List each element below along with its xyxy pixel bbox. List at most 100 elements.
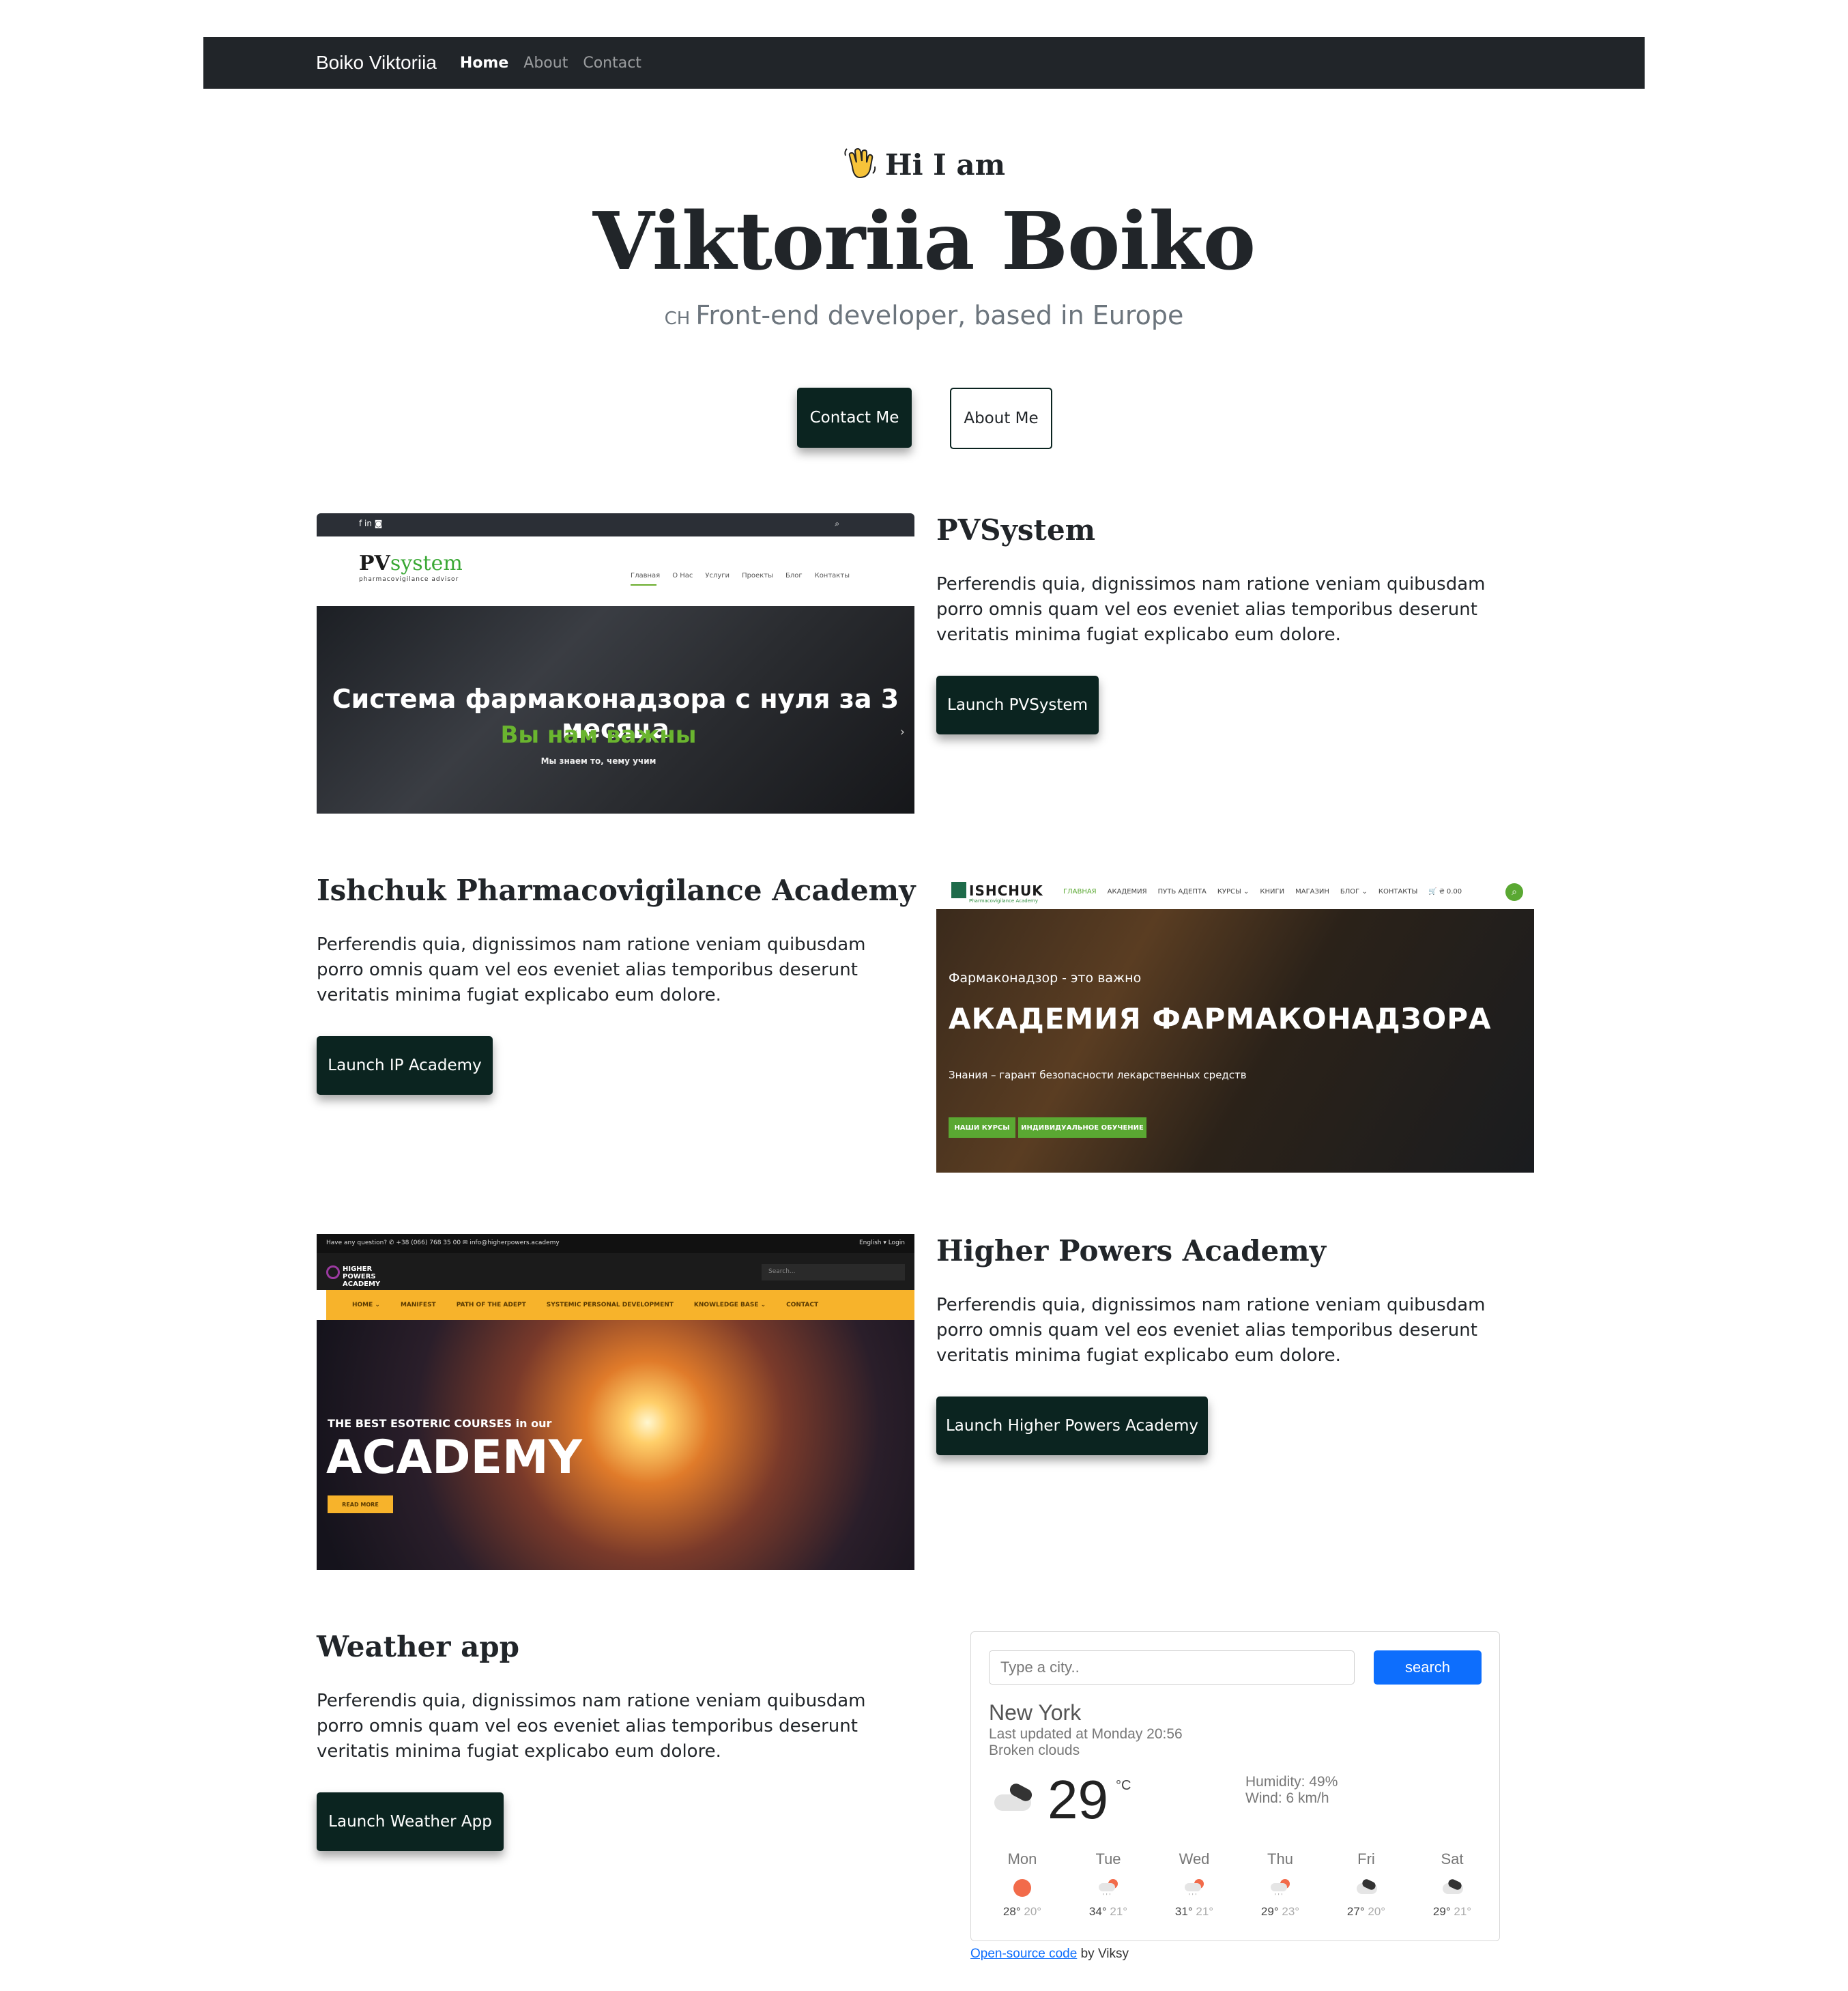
is-menu-item: МАГАЗИН [1295, 888, 1329, 896]
hp-topbar: Have any question? ✆ +38 (066) 768 35 00… [317, 1234, 914, 1253]
pv-header: PVsystem pharmacovigilance advisor Главн… [317, 536, 914, 606]
hp-menu-item: CONTACT [786, 1302, 819, 1308]
forecast-lo: 21° [1196, 1905, 1214, 1918]
is-menu: ГЛАВНАЯ АКАДЕМИЯ ПУТЬ АДЕПТА КУРСЫ ⌄ КНИ… [1063, 888, 1462, 896]
forecast-temps: 29° 23° [1243, 1905, 1318, 1919]
temperature-unit: °C [1116, 1778, 1131, 1793]
forecast-lo: 20° [1024, 1905, 1042, 1918]
hp-read-more-button: READ MORE [328, 1495, 393, 1513]
launch-higher-powers-button[interactable]: Launch Higher Powers Academy [936, 1396, 1208, 1455]
hp-topbar-contacts: Have any question? ✆ +38 (066) 768 35 00… [326, 1240, 560, 1246]
pv-logo-part-b: system [390, 552, 463, 575]
search-icon: ⌕ [835, 519, 839, 528]
subtitle-prefix: CH [664, 309, 691, 329]
is-menu-item: 🛒 ₴ 0.00 [1428, 888, 1462, 896]
open-source-link[interactable]: Open-source code [970, 1947, 1077, 1961]
hp-header: HIGHER POWERS ACADEMY Search... [317, 1253, 914, 1290]
pv-topbar: f in ◙ ⌕ [317, 513, 914, 536]
hero-subtitle: CH Front-end developer, based in Europe [0, 300, 1848, 330]
forecast-lo: 23° [1282, 1905, 1300, 1918]
forecast-hi: 27° [1346, 1905, 1365, 1918]
current-temperature: 29 [1048, 1769, 1108, 1830]
forecast-day-name: Thu [1267, 1850, 1293, 1867]
forecast-hi: 31° [1174, 1905, 1193, 1918]
project-desc-weather: Perferendis quia, dignissimos nam ration… [317, 1691, 866, 1762]
pv-logo: PVsystem [359, 552, 463, 575]
city-name: New York [989, 1700, 1082, 1725]
subtitle-text: Front-end developer, based in Europe [695, 300, 1184, 330]
hp-hero-line1: THE BEST ESOTERIC COURSES in our [328, 1417, 552, 1430]
launch-ip-academy-button[interactable]: Launch IP Academy [317, 1036, 493, 1095]
forecast-hi: 29° [1432, 1905, 1451, 1918]
humidity: Humidity: 49% [1245, 1774, 1338, 1790]
pv-hero-small-line: Мы знаем то, чему учим [540, 756, 656, 766]
hp-logo-text: HIGHER POWERS ACADEMY [343, 1265, 381, 1288]
forecast-temps: 29° 21° [1415, 1905, 1490, 1919]
pv-menu-item: Главная [631, 572, 661, 579]
footer-author: by Viksy [1080, 1947, 1129, 1961]
forecast-lo: 21° [1110, 1905, 1128, 1918]
is-hero-line2: АКАДЕМИЯ ФАРМАКОНАДЗОРА [949, 1002, 1492, 1035]
weather-description: Broken clouds [989, 1743, 1080, 1758]
launch-weather-app-button[interactable]: Launch Weather App [317, 1792, 504, 1851]
pv-menu-item: Проекты [742, 572, 773, 579]
rain-sun-icon: ' ' ' [1267, 1878, 1294, 1900]
nav-link-contact[interactable]: Contact [583, 55, 641, 72]
waving-hand-icon [844, 147, 876, 179]
hp-topbar-login: English ▾ Login [858, 1240, 905, 1246]
wind: Wind: 6 km/h [1245, 1790, 1329, 1806]
forecast-day-name: Tue [1095, 1850, 1121, 1867]
city-search-input[interactable]: Type a city.. [989, 1650, 1355, 1685]
forecast-day-name: Fri [1357, 1850, 1375, 1867]
is-individual-button: ИНДИВИДУАЛЬНОЕ ОБУЧЕНИЕ [1018, 1117, 1146, 1138]
forecast-lo: 20° [1368, 1905, 1386, 1918]
rain-sun-icon: ' ' ' [1095, 1878, 1122, 1900]
pv-menu-item: О Нас [672, 572, 693, 579]
forecast-day: Wed ' ' ' 31° 21° [1157, 1850, 1232, 1919]
hp-menu: HOME ⌄ MANIFEST PATH OF THE ADEPT SYSTEM… [326, 1290, 914, 1320]
is-courses-button: НАШИ КУРСЫ [949, 1117, 1015, 1138]
project-title-weather: Weather app [317, 1630, 520, 1663]
chevron-right-icon: › [899, 725, 905, 739]
forecast-temps: 28° 20° [985, 1905, 1060, 1919]
forecast-day: Fri 27° 20° [1329, 1850, 1404, 1919]
pv-hero-green-line: Вы нам важны [500, 721, 697, 749]
forecast-temps: 34° 21° [1071, 1905, 1146, 1919]
project-desc-ishchuk: Perferendis quia, dignissimos nam ration… [317, 934, 866, 1005]
is-menu-item: КНИГИ [1260, 888, 1285, 896]
hp-menu-item: KNOWLEDGE BASE ⌄ [693, 1302, 766, 1308]
hp-hero-line2: ACADEMY [326, 1431, 582, 1485]
hero-name: Viktoriia Boiko [592, 195, 1256, 288]
last-updated: Last updated at Monday 20:56 [989, 1726, 1183, 1742]
hp-menu-item: MANIFEST [400, 1302, 436, 1308]
about-me-button[interactable]: About Me [950, 388, 1052, 449]
broken-clouds-icon [1439, 1878, 1466, 1898]
pv-menu-item: Блог [785, 572, 803, 579]
is-menu-item: БЛОГ ⌄ [1340, 888, 1368, 896]
forecast-lo: 21° [1454, 1905, 1472, 1918]
pv-menu-item: Услуги [705, 572, 730, 579]
contact-me-button[interactable]: Contact Me [797, 388, 912, 448]
navbar-brand[interactable]: Boiko Viktoriia [316, 52, 437, 74]
pv-menu-underline [631, 584, 656, 586]
forecast-day: Thu ' ' ' 29° 23° [1243, 1850, 1318, 1919]
forecast-day: Mon 28° 20° [985, 1850, 1060, 1919]
higher-powers-screenshot: Have any question? ✆ +38 (066) 768 35 00… [317, 1234, 914, 1570]
is-header: ISHCHUK Pharmacovigilance Academy ГЛАВНА… [936, 876, 1534, 909]
pv-social-icons: f in ◙ [359, 519, 383, 528]
pv-logo-subtitle: pharmacovigilance advisor [359, 576, 459, 583]
forecast-day-name: Sat [1441, 1850, 1464, 1867]
nav-link-about[interactable]: About [523, 55, 568, 72]
search-button[interactable]: search [1374, 1650, 1482, 1685]
forecast-day-name: Wed [1179, 1850, 1210, 1867]
weather-widget: Type a city.. search New York Last updat… [970, 1631, 1500, 1941]
is-logo-text: ISHCHUK [969, 883, 1043, 899]
is-hero-line3: Знания – гарант безопасности лекарственн… [949, 1069, 1247, 1081]
is-hero-line1: Фармаконадзор - это важно [949, 971, 1142, 986]
nav-link-home[interactable]: Home [460, 55, 508, 72]
forecast-day: Tue ' ' ' 34° 21° [1071, 1850, 1146, 1919]
forecast-hi: 34° [1088, 1905, 1107, 1918]
hp-menu-item: PATH OF THE ADEPT [456, 1302, 526, 1308]
launch-pvsystem-button[interactable]: Launch PVSystem [936, 676, 1099, 734]
broken-clouds-icon [994, 1781, 1039, 1815]
